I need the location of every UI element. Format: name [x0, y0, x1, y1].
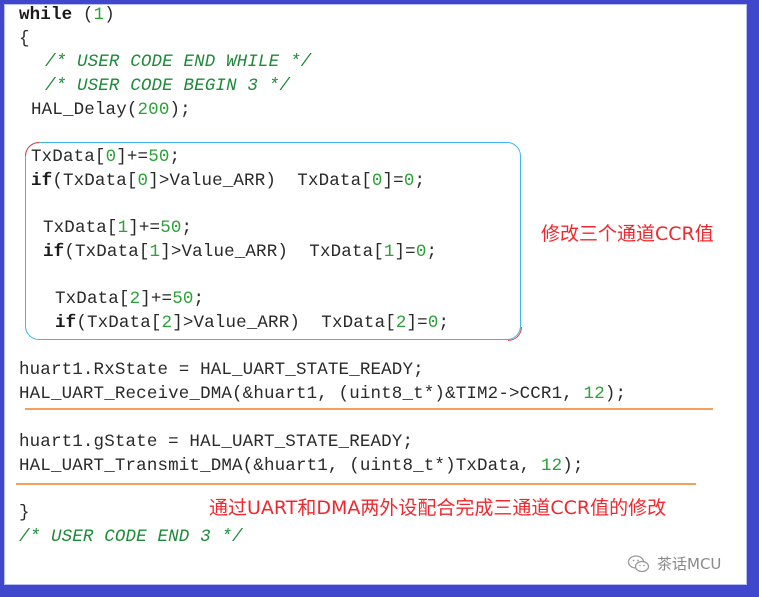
while-condition: 1	[93, 5, 105, 25]
code-text: ]=	[406, 313, 428, 333]
increment-value: 50	[160, 218, 182, 238]
if-keyword: if	[31, 171, 53, 191]
code-text: HAL_UART_Transmit_DMA(&huart1, (uint8_t*…	[19, 456, 541, 476]
g-state-line: huart1.gState = HAL_UART_STATE_READY;	[19, 432, 414, 452]
channel-0-increment: TxData[0]+=50;	[31, 147, 180, 167]
code-text: (TxData[	[64, 242, 150, 262]
code-text: ]+=	[140, 289, 173, 309]
code-text: ]>Value_ARR) TxData[	[160, 242, 384, 262]
code-text: ;	[193, 289, 205, 309]
channel-index: 0	[137, 171, 149, 191]
channel-1-increment: TxData[1]+=50;	[43, 218, 192, 238]
channel-index: 1	[117, 218, 129, 238]
rx-dma-line: HAL_UART_Receive_DMA(&huart1, (uint8_t*)…	[19, 384, 626, 404]
code-text: ]+=	[128, 218, 161, 238]
paren-close: )	[104, 5, 115, 25]
channel-0-check: if(TxData[0]>Value_ARR) TxData[0]=0;	[31, 171, 425, 191]
watermark: 茶话MCU	[627, 553, 721, 574]
while-keyword: while	[19, 5, 73, 25]
brace-close: }	[19, 503, 30, 523]
comment-end-while: /* USER CODE END WHILE */	[45, 52, 312, 72]
if-keyword: if	[43, 242, 65, 262]
code-text: ;	[169, 147, 181, 167]
channel-index: 1	[149, 242, 161, 262]
brace-open: {	[19, 29, 30, 49]
channel-2-increment: TxData[2]+=50;	[55, 289, 204, 309]
while-line: while (1)	[19, 5, 115, 25]
box-annotation: 修改三个通道CCR值	[541, 223, 714, 245]
code-text: ;	[414, 171, 426, 191]
code-text: ;	[181, 218, 193, 238]
tx-length: 12	[540, 456, 563, 476]
code-slide: while (1) { /* USER CODE END WHILE */ /*…	[4, 4, 747, 585]
delay-end: );	[169, 100, 191, 120]
code-text: );	[562, 456, 584, 476]
tx-underline	[16, 483, 696, 485]
channel-index: 1	[383, 242, 395, 262]
comment-begin-3: /* USER CODE BEGIN 3 */	[45, 76, 290, 96]
channel-2-check: if(TxData[2]>Value_ARR) TxData[2]=0;	[55, 313, 449, 333]
channel-index: 2	[129, 289, 141, 309]
channel-1-check: if(TxData[1]>Value_ARR) TxData[1]=0;	[43, 242, 437, 262]
code-text: TxData[	[31, 147, 106, 167]
increment-value: 50	[172, 289, 194, 309]
code-text: ]>Value_ARR) TxData[	[172, 313, 396, 333]
delay-line: HAL_Delay(200);	[31, 100, 191, 120]
increment-value: 50	[148, 147, 170, 167]
code-text: ]+=	[116, 147, 149, 167]
delay-value: 200	[137, 100, 170, 120]
code-text: TxData[	[43, 218, 118, 238]
code-text: ;	[426, 242, 438, 262]
code-text: ]=	[382, 171, 404, 191]
reset-value: 0	[403, 171, 415, 191]
paren-open: (	[72, 5, 94, 25]
code-text: (TxData[	[52, 171, 138, 191]
watermark-text: 茶话MCU	[657, 555, 722, 573]
channel-index: 0	[371, 171, 383, 191]
channel-index: 2	[395, 313, 407, 333]
delay-call: HAL_Delay(	[31, 100, 138, 120]
channel-index: 0	[105, 147, 117, 167]
box-corner-bottom-right	[507, 326, 522, 341]
code-text: ]>Value_ARR) TxData[	[148, 171, 372, 191]
bottom-annotation: 通过UART和DMA两外设配合完成三通道CCR值的修改	[209, 497, 667, 519]
tx-dma-line: HAL_UART_Transmit_DMA(&huart1, (uint8_t*…	[19, 456, 584, 476]
code-text: ;	[438, 313, 450, 333]
wechat-icon	[627, 554, 650, 572]
channel-index: 2	[161, 313, 173, 333]
rx-length: 12	[583, 384, 605, 404]
code-text: TxData[	[55, 289, 130, 309]
code-text: );	[604, 384, 627, 404]
comment-end-3: /* USER CODE END 3 */	[19, 527, 243, 547]
rx-state-line: huart1.RxState = HAL_UART_STATE_READY;	[19, 360, 424, 380]
reset-value: 0	[415, 242, 427, 262]
reset-value: 0	[427, 313, 439, 333]
code-text: ]=	[394, 242, 416, 262]
rx-underline	[25, 408, 713, 410]
code-text: HAL_UART_Receive_DMA(&huart1, (uint8_t*)…	[19, 384, 584, 404]
if-keyword: if	[55, 313, 77, 333]
code-text: (TxData[	[76, 313, 162, 333]
